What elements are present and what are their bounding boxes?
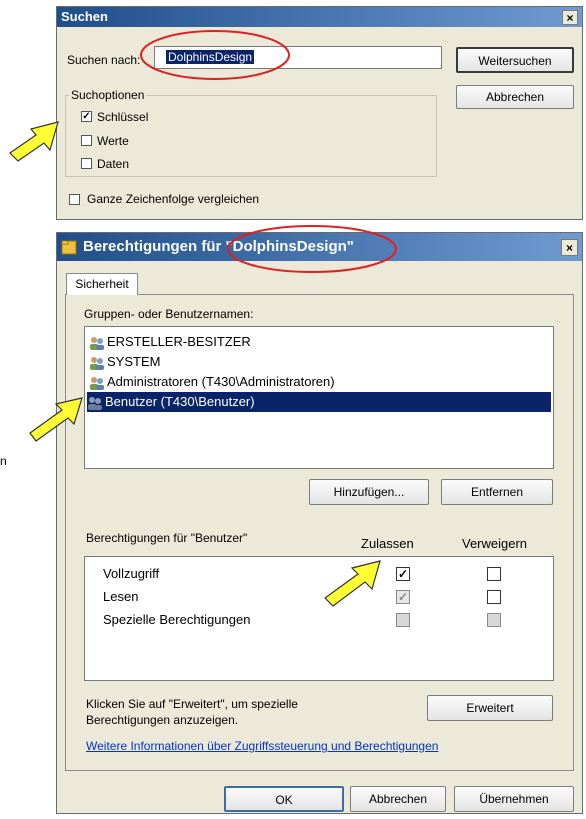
arrow-icon — [29, 397, 83, 442]
tab-label: Sicherheit — [75, 277, 129, 291]
tab-sicherheit[interactable]: Sicherheit — [66, 273, 138, 295]
highlight-ring — [227, 225, 397, 273]
annotation-overlay — [9, 30, 397, 607]
arrow-icon — [324, 560, 381, 607]
arrow-icon — [9, 121, 59, 162]
highlight-ring — [140, 30, 290, 80]
